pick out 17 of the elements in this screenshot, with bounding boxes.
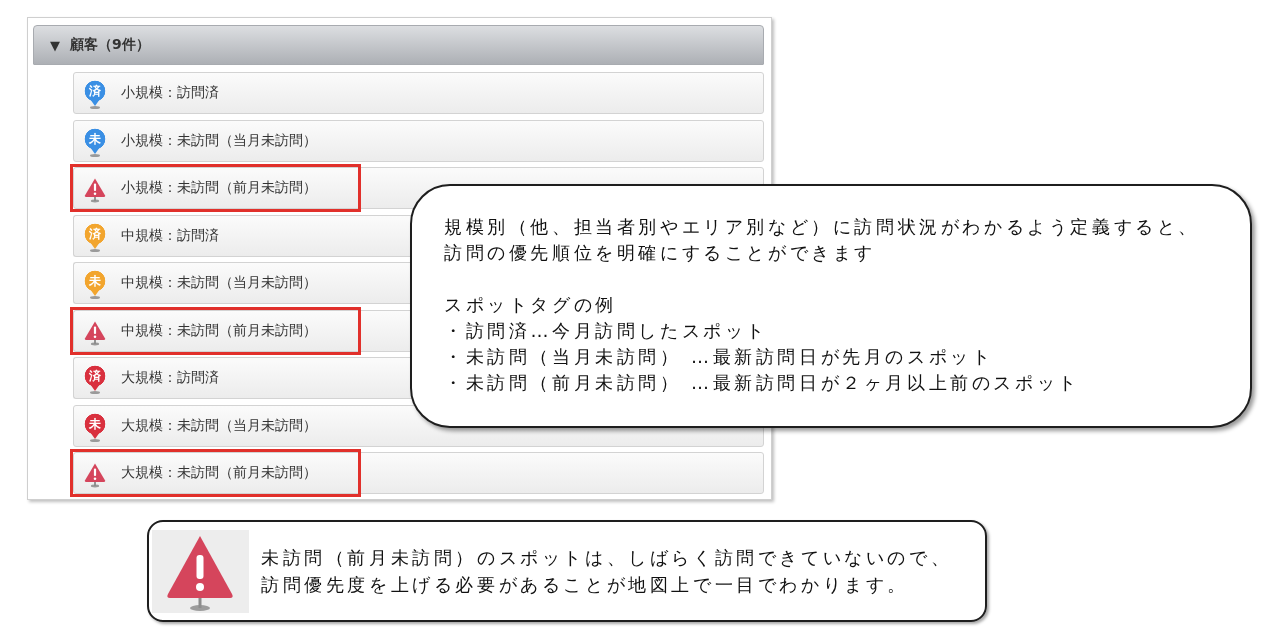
example-item: ・未訪問（前月未訪問） …最新訪問日が２ヶ月以上前のスポット xyxy=(444,371,1080,395)
list-item[interactable]: 大規模：未訪問（前月未訪問） xyxy=(73,452,764,494)
pin-marker: 未 xyxy=(84,127,106,158)
example-item: ・訪問済…今月訪問したスポット xyxy=(444,319,768,343)
pin-marker: 済 xyxy=(84,222,106,253)
example-list-title: スポットタグの例 xyxy=(444,293,617,317)
pin-marker: 未 xyxy=(84,270,106,300)
pin-marker: 未 xyxy=(84,412,106,443)
group-header[interactable]: ▼ 顧客（9件） xyxy=(33,25,764,65)
list-item[interactable]: 済 小規模：訪問済 xyxy=(73,72,764,114)
pin-marker: 済 xyxy=(84,365,106,395)
warning-icon xyxy=(152,529,249,613)
list-item[interactable]: 未 小規模：未訪問（当月未訪問） xyxy=(73,119,764,162)
note-text: 未訪問（前月未訪問）のスポットは、しばらく訪問できていないので、訪問優先度を上げる必要があることが地図上で一目でわかります。 xyxy=(261,546,954,597)
example-item: ・未訪問（当月未訪問） …最新訪問日が先月のスポット xyxy=(444,345,994,369)
pin-marker: 済 xyxy=(84,80,106,110)
callout-text: 規模別（他、担当者別やエリア別など）に訪問状況がわかるよう定義すると、訪問の優先順位を明確にすることができます xyxy=(444,215,1201,265)
